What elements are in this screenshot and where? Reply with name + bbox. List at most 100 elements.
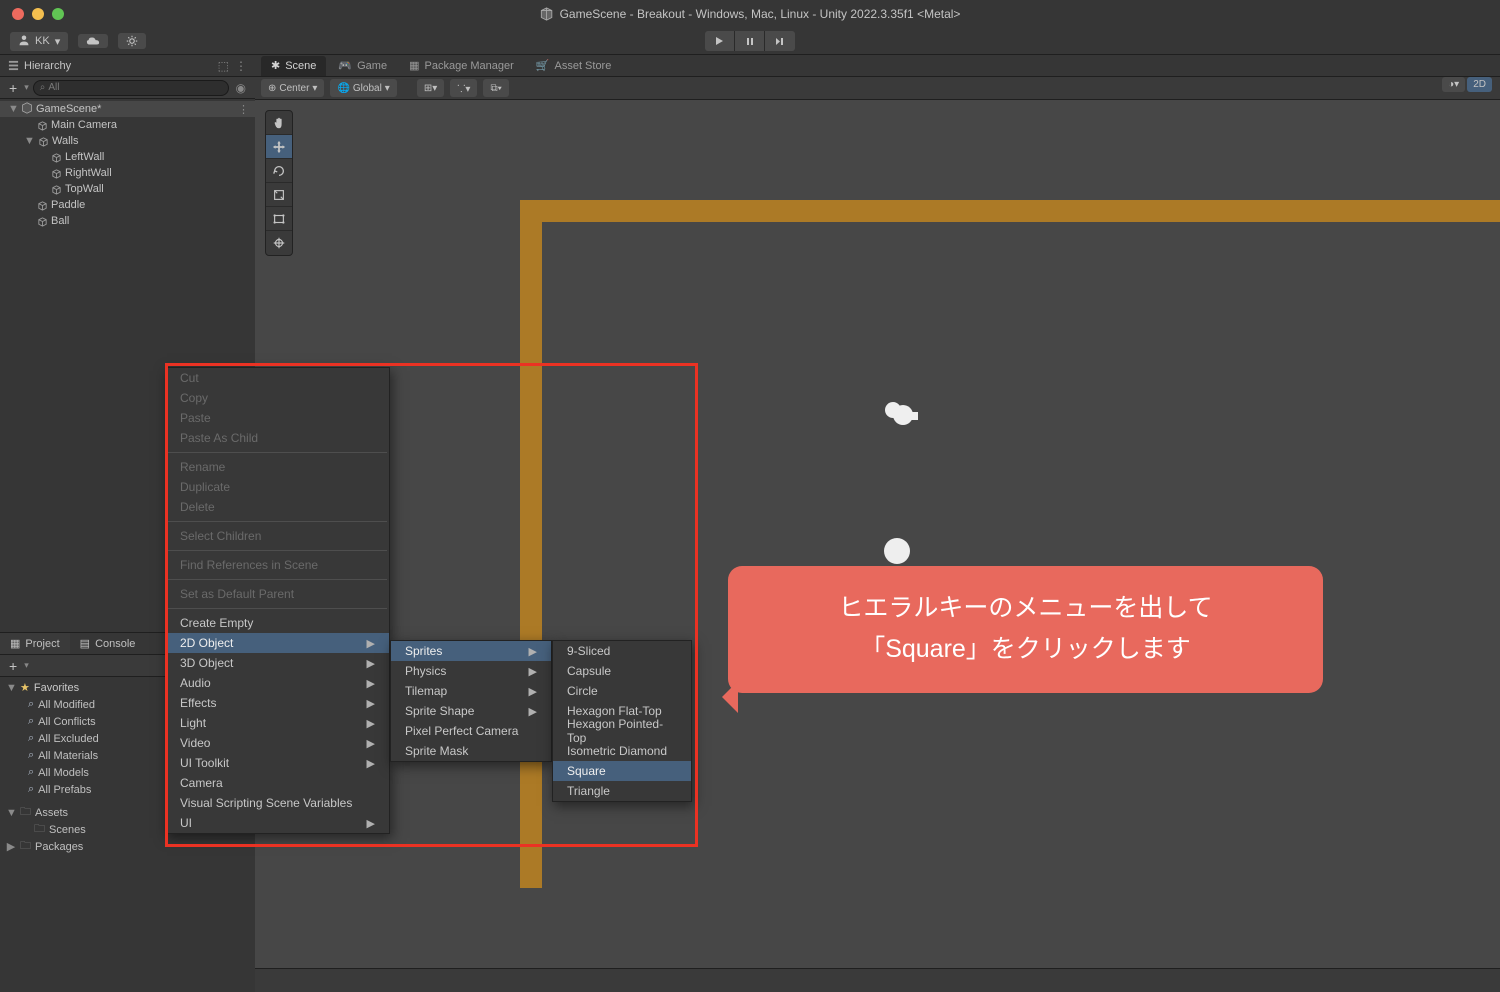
hierarchy-item[interactable]: Ball xyxy=(0,213,255,229)
user-icon xyxy=(18,34,30,49)
menu-item[interactable]: Video▶ xyxy=(166,733,389,753)
expand-arrow-icon[interactable]: ▼ xyxy=(8,103,18,115)
hierarchy-search-input[interactable]: ⌕ All xyxy=(33,80,229,96)
hierarchy-filter-icon[interactable]: ◉ xyxy=(233,81,249,95)
snap-dropdown[interactable]: ⸪▾ xyxy=(450,79,477,97)
pause-button[interactable] xyxy=(735,31,765,51)
gameobject-icon xyxy=(50,151,62,163)
packages-folder[interactable]: ▶🗀Packages xyxy=(0,838,255,855)
settings-button[interactable] xyxy=(118,33,146,49)
menu-item: Paste As Child xyxy=(166,428,389,448)
sprites-submenu: 9-SlicedCapsuleCircleHexagon Flat-TopHex… xyxy=(552,640,692,802)
menu-item[interactable]: 3D Object▶ xyxy=(166,653,389,673)
submenu-arrow-icon: ▶ xyxy=(367,677,375,690)
menu-item[interactable]: Effects▶ xyxy=(166,693,389,713)
game-tab[interactable]: 🎮Game xyxy=(328,56,397,76)
pivot-mode-dropdown[interactable]: ⊕Center▾ xyxy=(261,79,324,97)
hierarchy-add-button[interactable]: + xyxy=(6,80,20,96)
chevron-down-icon: ▾ xyxy=(55,35,61,48)
menu-item[interactable]: Audio▶ xyxy=(166,673,389,693)
ball-sprite[interactable] xyxy=(884,538,910,564)
hierarchy-item[interactable]: ▼Walls xyxy=(0,133,255,149)
menu-item[interactable]: Triangle xyxy=(553,781,691,801)
hierarchy-item[interactable]: LeftWall xyxy=(0,149,255,165)
scene-menu-icon[interactable]: ⋮ xyxy=(238,103,255,116)
menu-item: Find References in Scene xyxy=(166,555,389,575)
rotate-tool[interactable] xyxy=(266,159,292,183)
play-controls xyxy=(705,31,795,51)
menu-item[interactable]: Hexagon Pointed-Top xyxy=(553,721,691,741)
hierarchy-tab[interactable]: Hierarchy xyxy=(8,60,71,72)
menu-item[interactable]: Circle xyxy=(553,681,691,701)
callout-line: ヒエラルキーのメニューを出して xyxy=(758,588,1293,629)
play-button[interactable] xyxy=(705,31,735,51)
close-window[interactable] xyxy=(12,8,24,20)
camera-gizmo-icon[interactable] xyxy=(883,402,919,431)
asset-store-tab[interactable]: 🛒Asset Store xyxy=(526,56,622,76)
expand-arrow-icon[interactable]: ▼ xyxy=(24,135,34,147)
menu-item: Paste xyxy=(166,408,389,428)
scale-tool[interactable] xyxy=(266,183,292,207)
folder-icon: 🗀 xyxy=(34,820,45,839)
step-button[interactable] xyxy=(765,31,795,51)
2d-toggle[interactable]: 2D xyxy=(1467,77,1492,92)
menu-item[interactable]: Square xyxy=(553,761,691,781)
console-tab[interactable]: ▤Console xyxy=(70,633,146,654)
menu-item[interactable]: 9-Sliced xyxy=(553,641,691,661)
pivot-icon: ⊕ xyxy=(268,83,276,94)
hierarchy-item[interactable]: Paddle xyxy=(0,197,255,213)
menu-item[interactable]: UI Toolkit▶ xyxy=(166,753,389,773)
scene-viewport[interactable] xyxy=(255,100,1500,968)
hierarchy-menu-icon[interactable]: ⋮ xyxy=(235,59,247,73)
menu-item: Set as Default Parent xyxy=(166,584,389,604)
window-title: GameScene - Breakout - Windows, Mac, Lin… xyxy=(540,7,961,21)
scene-column: ✱Scene 🎮Game ▦Package Manager 🛒Asset Sto… xyxy=(255,55,1500,992)
gameobject-icon xyxy=(36,199,48,211)
menu-item[interactable]: Physics▶ xyxy=(391,661,551,681)
scene-tab[interactable]: ✱Scene xyxy=(261,56,326,76)
project-tab[interactable]: ▦Project xyxy=(0,633,70,654)
main-toolbar: KK ▾ xyxy=(0,28,1500,55)
package-manager-tab[interactable]: ▦Package Manager xyxy=(399,56,524,76)
hand-tool[interactable] xyxy=(266,111,292,135)
menu-item[interactable]: Sprites▶ xyxy=(391,641,551,661)
submenu-arrow-icon: ▶ xyxy=(529,665,537,678)
menu-item[interactable]: Pixel Perfect Camera xyxy=(391,721,551,741)
hierarchy-tab-bar: Hierarchy ⬚ ⋮ xyxy=(0,55,255,77)
gameobject-icon xyxy=(36,215,48,227)
menu-item[interactable]: Sprite Mask xyxy=(391,741,551,761)
title-bar: GameScene - Breakout - Windows, Mac, Lin… xyxy=(0,0,1500,28)
menu-item[interactable]: Capsule xyxy=(553,661,691,681)
cloud-button[interactable] xyxy=(78,34,108,48)
menu-item[interactable]: Light▶ xyxy=(166,713,389,733)
scene-view-tabs: ✱Scene 🎮Game ▦Package Manager 🛒Asset Sto… xyxy=(255,55,1500,77)
move-tool[interactable] xyxy=(266,135,292,159)
game-icon: 🎮 xyxy=(338,59,352,72)
menu-item[interactable]: Camera xyxy=(166,773,389,793)
2d-object-submenu: Sprites▶Physics▶Tilemap▶Sprite Shape▶Pix… xyxy=(390,640,552,762)
menu-item[interactable]: Sprite Shape▶ xyxy=(391,701,551,721)
orientation-dropdown[interactable]: ◑▾ xyxy=(1442,77,1465,92)
search-icon: ⌕ xyxy=(28,766,34,779)
maximize-window[interactable] xyxy=(52,8,64,20)
menu-item[interactable]: 2D Object▶ xyxy=(166,633,389,653)
hierarchy-item[interactable]: TopWall xyxy=(0,181,255,197)
transform-tool[interactable] xyxy=(266,231,292,255)
project-add-button[interactable]: + xyxy=(6,658,20,674)
menu-item[interactable]: Create Empty xyxy=(166,613,389,633)
grid-dropdown[interactable]: ⊞▾ xyxy=(417,79,444,97)
incremental-snap[interactable]: ⧉▾ xyxy=(483,79,508,97)
scene-root[interactable]: ▼ GameScene* ⋮ xyxy=(0,101,255,117)
rect-tool[interactable] xyxy=(266,207,292,231)
gameobject-icon xyxy=(50,167,62,179)
menu-item[interactable]: Tilemap▶ xyxy=(391,681,551,701)
account-menu[interactable]: KK ▾ xyxy=(10,32,68,51)
hierarchy-item[interactable]: Main Camera xyxy=(0,117,255,133)
menu-item[interactable]: Visual Scripting Scene Variables xyxy=(166,793,389,813)
hierarchy-lock-icon[interactable]: ⬚ xyxy=(218,59,229,73)
minimize-window[interactable] xyxy=(32,8,44,20)
menu-separator xyxy=(168,550,387,551)
menu-item[interactable]: UI▶ xyxy=(166,813,389,833)
space-mode-dropdown[interactable]: 🌐Global▾ xyxy=(330,79,396,97)
hierarchy-item[interactable]: RightWall xyxy=(0,165,255,181)
